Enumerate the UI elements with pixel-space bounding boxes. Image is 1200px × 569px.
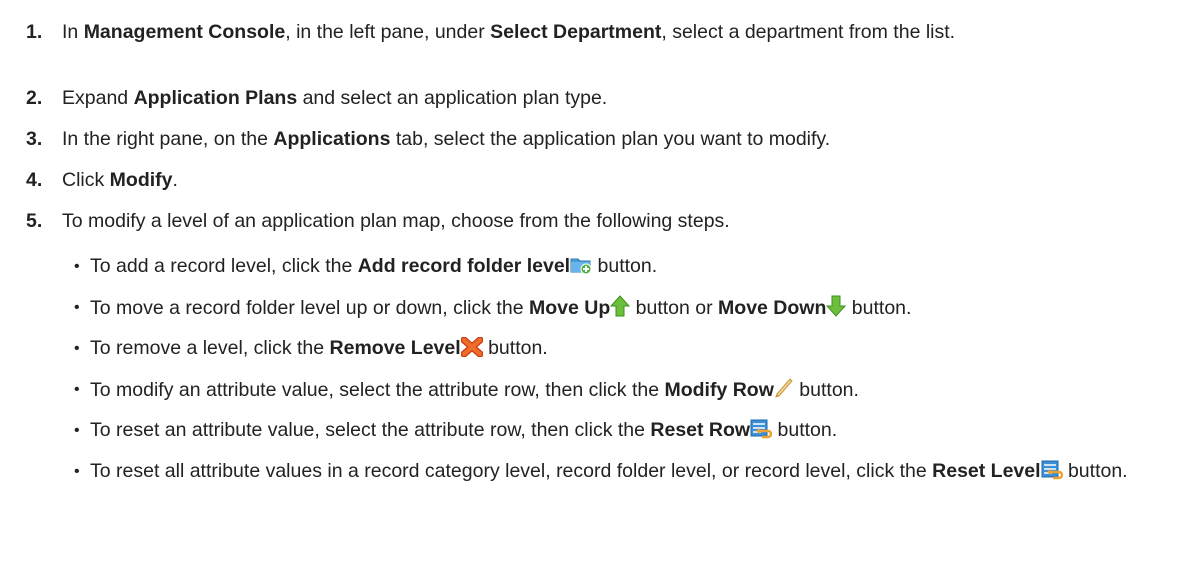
bold-term: Modify <box>109 169 173 191</box>
bullet-marker: • <box>74 381 80 398</box>
bold-term: Modify Row <box>664 379 774 401</box>
text: button. <box>1062 460 1128 482</box>
add-folder-icon <box>570 255 592 275</box>
text: To modify a level of an application plan… <box>62 210 730 232</box>
substep-text: To move a record folder level up or down… <box>90 295 1192 321</box>
substep-move-level: • To move a record folder level up or do… <box>74 295 1192 321</box>
substep-text: To reset an attribute value, select the … <box>90 418 1192 443</box>
bullet-marker: • <box>74 299 80 316</box>
bullet-marker: • <box>74 340 80 357</box>
text: button or <box>630 297 719 319</box>
text: button. <box>482 337 548 359</box>
step-text: To modify a level of an application plan… <box>62 209 1186 234</box>
substep-reset-level: • To reset all attribute values in a rec… <box>74 459 1192 484</box>
substep-reset-row: • To reset an attribute value, select th… <box>74 418 1192 443</box>
step-number: 3. <box>26 128 43 150</box>
bold-term: Reset Row <box>650 419 751 441</box>
step-number: 1. <box>26 21 43 43</box>
step-number: 2. <box>26 87 43 109</box>
text: To remove a level, click the <box>90 337 330 359</box>
bold-term: Remove Level <box>329 337 461 359</box>
text: Click <box>62 169 110 191</box>
text: , select a department from the list. <box>661 21 956 43</box>
text: , in the left pane, under <box>285 21 491 43</box>
step-1: 1. In Management Console, in the left pa… <box>26 20 1186 45</box>
arrow-up-icon <box>610 295 631 317</box>
bold-term: Move Up <box>528 297 611 319</box>
bullet-marker: • <box>74 258 80 275</box>
step-3: 3. In the right pane, on the Application… <box>26 127 1186 152</box>
step-2: 2. Expand Application Plans and select a… <box>26 86 1186 111</box>
text: button. <box>772 419 838 441</box>
text: To move a record folder level up or down… <box>90 297 529 319</box>
text: and select an application plan type. <box>297 87 608 109</box>
text: Expand <box>62 87 134 109</box>
text: tab, select the application plan you wan… <box>390 128 831 150</box>
bold-term: Application Plans <box>133 87 298 109</box>
text: button. <box>592 255 658 277</box>
step-number: 4. <box>26 169 43 191</box>
arrow-down-icon <box>826 295 847 317</box>
bold-term: Add record folder level <box>357 255 571 277</box>
bold-term: Reset Level <box>932 460 1041 482</box>
step-5: 5. To modify a level of an application p… <box>26 209 1186 234</box>
step-text: Expand Application Plans and select an a… <box>62 86 1186 111</box>
step-number: 5. <box>26 210 43 232</box>
substep-text: To modify an attribute value, select the… <box>90 377 1192 403</box>
pencil-icon <box>774 377 794 399</box>
text: In the right pane, on the <box>62 128 274 150</box>
text: To modify an attribute value, select the… <box>90 379 665 401</box>
substep-modify-row: • To modify an attribute value, select t… <box>74 377 1192 403</box>
text: To reset all attribute values in a recor… <box>90 460 933 482</box>
bold-term: Management Console <box>83 21 286 43</box>
step-text: Click Modify. <box>62 168 1186 193</box>
text: button. <box>793 379 859 401</box>
step-text: In the right pane, on the Applications t… <box>62 127 1186 152</box>
text: . <box>172 169 178 191</box>
substep-remove-level: • To remove a level, click the Remove Le… <box>74 336 1192 361</box>
text: To add a record level, click the <box>90 255 358 277</box>
reset-icon <box>750 419 773 439</box>
substep-add-record-level: • To add a record level, click the Add r… <box>74 254 1192 279</box>
bold-term: Select Department <box>490 21 662 43</box>
step-4: 4. Click Modify. <box>26 168 1186 193</box>
substep-text: To add a record level, click the Add rec… <box>90 254 1192 279</box>
bullet-marker: • <box>74 463 80 480</box>
text: button. <box>846 297 912 319</box>
bold-term: Move Down <box>718 297 827 319</box>
bold-term: Applications <box>273 128 391 150</box>
bullet-marker: • <box>74 422 80 439</box>
remove-x-icon <box>460 337 483 357</box>
substep-text: To reset all attribute values in a recor… <box>90 459 1192 484</box>
text: To reset an attribute value, select the … <box>90 419 651 441</box>
substep-text: To remove a level, click the Remove Leve… <box>90 336 1192 361</box>
text: In <box>62 21 84 43</box>
step-text: In Management Console, in the left pane,… <box>62 20 1186 45</box>
reset-icon <box>1041 460 1063 480</box>
